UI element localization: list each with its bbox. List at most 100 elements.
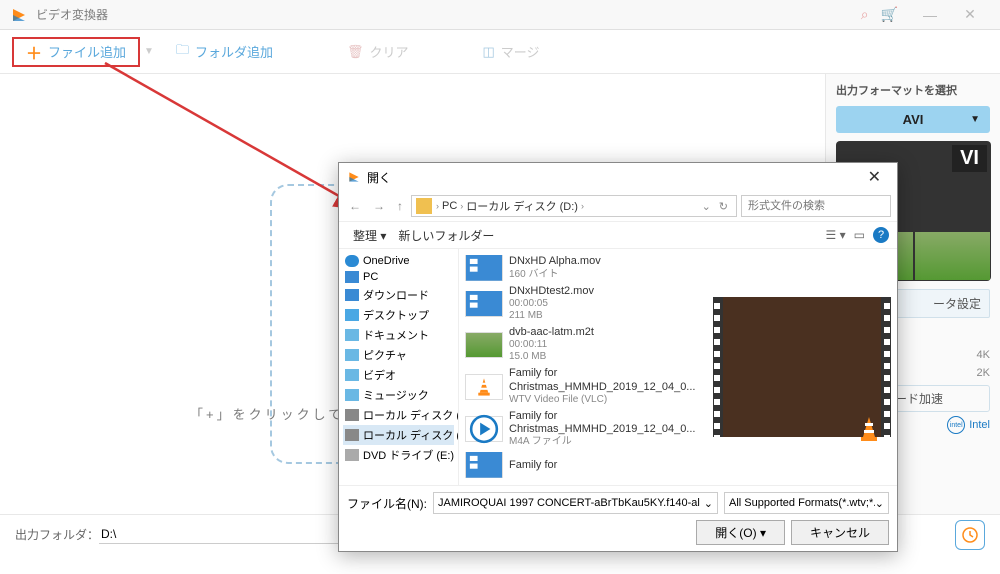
plus-icon: ＋ xyxy=(26,40,42,64)
chevron-down-icon: ▼ xyxy=(970,114,980,125)
nav-up-button[interactable]: ↑ xyxy=(393,199,407,213)
format-value: AVI xyxy=(903,112,924,127)
tree-item[interactable]: ダウンロード xyxy=(343,285,454,305)
file-item[interactable]: Family for Christmas_HMMHD_2019_12_04_0.… xyxy=(463,408,703,450)
minimize-button[interactable]: — xyxy=(910,0,950,30)
cart-icon[interactable]: 🛒 xyxy=(881,6,898,23)
file-item[interactable]: DNxHD Alpha.mov160 バイト xyxy=(463,253,703,283)
tree-item[interactable]: PC xyxy=(343,269,454,285)
nav-back-button[interactable]: ← xyxy=(345,199,365,213)
side-title: 出力フォーマットを選択 xyxy=(836,82,990,98)
tree-label: ミュージック xyxy=(363,387,429,403)
open-button[interactable]: 開く(O) ▾ xyxy=(696,520,785,545)
hdd-icon xyxy=(345,429,359,441)
tree-item[interactable]: OneDrive xyxy=(343,253,454,269)
clear-button[interactable]: 🗑 クリア xyxy=(335,37,421,67)
file-name: DNxHD Alpha.mov xyxy=(509,255,601,268)
refresh-icon[interactable]: ↻ xyxy=(715,200,732,213)
dialog-logo-icon xyxy=(347,170,361,184)
pc-icon xyxy=(345,271,359,283)
tree-label: ローカル ディスク (D xyxy=(363,427,459,443)
organize-menu[interactable]: 整理 ▾ xyxy=(347,227,392,244)
file-name: Family for Christmas_HMMHD_2019_12_04_0.… xyxy=(509,367,701,393)
file-item[interactable]: dvb-aac-latm.m2t00:00:1115.0 MB xyxy=(463,324,703,365)
file-name: Family for Christmas_HMMHD_2019_12_04_0.… xyxy=(509,410,701,436)
tree-item[interactable]: ビデオ xyxy=(343,365,454,385)
trash-icon: 🗑 xyxy=(347,44,364,60)
output-label: 出力フォルダ： xyxy=(15,526,99,543)
tree-label: OneDrive xyxy=(363,255,409,267)
file-item[interactable]: Family for Christmas_HMMHD_2019_12_04_0.… xyxy=(463,365,703,407)
file-name: Family for xyxy=(509,459,557,472)
format-badge: VI xyxy=(952,145,987,172)
tree-item[interactable]: ローカル ディスク (C xyxy=(343,405,454,425)
filename-combo[interactable]: JAMIROQUAI 1997 CONCERT-aBrTbKau5KY.f140… xyxy=(433,492,718,514)
file-name: DNxHDtest2.mov xyxy=(509,285,594,298)
tree-item[interactable]: ピクチャ xyxy=(343,345,454,365)
folder-plus-icon: 🗀 xyxy=(176,41,189,63)
filename-label: ファイル名(N): xyxy=(347,495,427,512)
add-folder-label: フォルダ追加 xyxy=(195,42,273,61)
pic-icon xyxy=(345,349,359,361)
search-input[interactable] xyxy=(741,195,891,217)
add-file-caret-icon[interactable]: ▼ xyxy=(144,46,154,57)
breadcrumb[interactable]: › PC › ローカル ディスク (D:) › ⌄ ↻ xyxy=(411,195,737,217)
desk-icon xyxy=(345,309,359,321)
intel-label: Intel xyxy=(969,419,990,431)
tree-label: ダウンロード xyxy=(363,287,429,303)
tree-label: PC xyxy=(363,271,378,283)
video-thumb-icon xyxy=(465,255,503,281)
view-mode-button[interactable]: ☰ ▾ xyxy=(826,228,846,242)
dl-icon xyxy=(345,289,359,301)
titlebar: ビデオ変換器 ⌕ 🛒 — ✕ xyxy=(0,0,1000,30)
schedule-button[interactable] xyxy=(955,520,985,550)
file-meta: M4A ファイル xyxy=(509,436,701,448)
tree-label: デスクトップ xyxy=(363,307,429,323)
dialog-title: 開く xyxy=(367,169,391,186)
dialog-body: OneDrive PC ダウンロードデスクトップドキュメントピクチャビデオミュージッ… xyxy=(339,249,897,485)
preview-thumbnail xyxy=(713,297,891,437)
search-icon[interactable]: ⌕ xyxy=(861,6,869,23)
doc-icon xyxy=(345,329,359,341)
merge-button[interactable]: ◫ マージ xyxy=(471,37,552,67)
add-folder-button[interactable]: 🗀 フォルダ追加 xyxy=(164,37,285,67)
tree-item[interactable]: ドキュメント xyxy=(343,325,454,345)
vlc-cone-icon xyxy=(855,415,883,443)
preview-pane xyxy=(707,249,897,485)
preview-pane-button[interactable]: ▭ xyxy=(854,228,865,242)
path-dropdown-icon[interactable]: ⌄ xyxy=(698,200,715,213)
intel-icon: intel xyxy=(947,416,965,434)
new-folder-button[interactable]: 新しいフォルダー xyxy=(392,227,500,244)
path-seg-pc[interactable]: PC xyxy=(439,200,460,212)
file-item[interactable]: Family for xyxy=(463,450,703,480)
app-logo-icon xyxy=(10,6,28,24)
format-select[interactable]: AVI ▼ xyxy=(836,106,990,133)
app-title: ビデオ変換器 xyxy=(36,6,861,23)
tree-item[interactable]: ローカル ディスク (D xyxy=(343,425,454,445)
res-2k[interactable]: 2K xyxy=(977,367,990,379)
dialog-close-button[interactable]: ✕ xyxy=(860,167,889,187)
tree-item[interactable]: ミュージック xyxy=(343,385,454,405)
tree-item[interactable]: DVD ドライブ (E:) xyxy=(343,445,454,465)
file-meta: 160 バイト xyxy=(509,269,601,281)
file-meta: 00:00:1115.0 MB xyxy=(509,339,594,363)
file-item[interactable]: DNxHDtest2.mov00:00:05211 MB xyxy=(463,283,703,324)
filter-combo[interactable]: All Supported Formats(*.wtv;*.c ⌄ xyxy=(724,492,889,514)
vlc-thumb-icon xyxy=(465,374,503,400)
add-file-button[interactable]: ＋ ファイル追加 xyxy=(12,37,140,67)
close-button[interactable]: ✕ xyxy=(950,0,990,30)
merge-label: マージ xyxy=(501,42,540,61)
help-button[interactable]: ? xyxy=(873,227,889,243)
tree-item[interactable]: デスクトップ xyxy=(343,305,454,325)
toolbar: ＋ ファイル追加 ▼ 🗀 フォルダ追加 🗑 クリア ◫ マージ xyxy=(0,30,1000,74)
file-list[interactable]: DNxHD Alpha.mov160 バイトDNxHDtest2.mov00:0… xyxy=(459,249,707,485)
cancel-button[interactable]: キャンセル xyxy=(791,520,889,545)
dialog-toolbar: 整理 ▾ 新しいフォルダー ☰ ▾ ▭ ? xyxy=(339,221,897,249)
nav-tree[interactable]: OneDrive PC ダウンロードデスクトップドキュメントピクチャビデオミュージッ… xyxy=(339,249,459,485)
cloud-icon xyxy=(345,255,359,267)
path-seg-drive[interactable]: ローカル ディスク (D:) xyxy=(463,198,581,214)
video-thumb-icon xyxy=(465,332,503,358)
res-4k[interactable]: 4K xyxy=(977,349,990,361)
tree-label: ドキュメント xyxy=(363,327,429,343)
nav-fwd-button[interactable]: → xyxy=(369,199,389,213)
